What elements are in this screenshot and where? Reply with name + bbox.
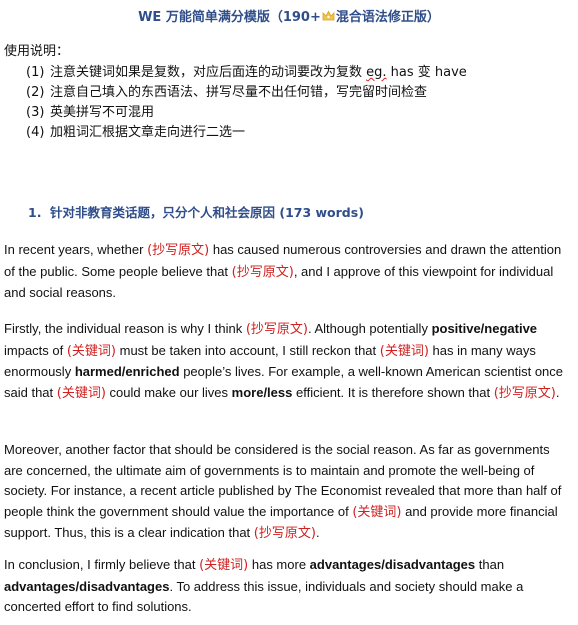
usage-item-number: (3) <box>26 105 45 120</box>
paragraph-text: could make our lives <box>105 384 232 400</box>
usage-item-text: has 变 have <box>386 65 467 80</box>
usage-heading: 使用说明： <box>4 44 70 59</box>
usage-item: (4) 加粗词汇根据文章走向进行二选一 <box>26 123 467 143</box>
usage-list: (1) 注意关键词如果是复数，对应后面连的动词要改为复数 eg. has 变 ha… <box>26 63 467 143</box>
placeholder-keyword: (关键词) <box>56 385 106 401</box>
bold-choice: advantages/disadvantages <box>309 557 476 572</box>
placeholder-keyword: (关键词) <box>379 343 429 359</box>
section-heading-text: 针对非教育类话题，只分个人和社会原因 (173 words) <box>50 205 364 220</box>
usage-item: (1) 注意关键词如果是复数，对应后面连的动词要改为复数 eg. has 变 ha… <box>26 63 467 83</box>
usage-item: (2) 注意自己填入的东西语法、拼写尽量不出任何错，写完留时间检查 <box>26 83 467 103</box>
paragraph-conclusion: In conclusion, I firmly believe that (关键… <box>4 555 570 618</box>
usage-item-number: (1) <box>26 65 45 80</box>
usage-item-number: (4) <box>26 125 45 140</box>
document-title-before: WE 万能简单满分模版（190+ <box>138 10 321 25</box>
placeholder-keyword: (关键词) <box>199 558 249 573</box>
bold-choice: harmed/enriched <box>74 364 180 379</box>
section-heading: 1. 针对非教育类话题，只分个人和社会原因 (173 words) <box>28 202 364 221</box>
placeholder-copy-original: (抄写原文) <box>245 322 308 337</box>
document-title-after: 混合语法修正版） <box>335 10 440 25</box>
paragraph-individual-reason: Firstly, the individual reason is why I … <box>4 319 570 404</box>
paragraph-text: In conclusion, I firmly believe that <box>4 557 200 572</box>
placeholder-copy-original: (抄写原文) <box>231 264 294 280</box>
paragraph-text: than <box>475 557 505 572</box>
bold-choice: advantages/disadvantages <box>4 578 170 594</box>
placeholder-copy-original: (抄写原文) <box>147 243 210 258</box>
placeholder-copy-original: (抄写原文) <box>253 526 316 541</box>
crown-icon <box>322 10 335 21</box>
paragraph-text: . <box>555 384 560 400</box>
paragraph-text: has more <box>248 557 310 572</box>
paragraph-text: efficient. It is therefore shown that <box>292 384 494 400</box>
usage-item-number: (2) <box>26 85 45 100</box>
bold-choice: positive/negative <box>431 321 538 336</box>
paragraph-text: . Although potentially <box>307 321 432 336</box>
usage-item-text: 注意自己填入的东西语法、拼写尽量不出任何错，写完留时间检查 <box>50 85 428 100</box>
document-page: WE 万能简单满分模版（190+ 混合语法修正版） 使用说明： (1) 注意关键词如… <box>0 0 578 625</box>
usage-item-text: 注意关键词如果是复数，对应后面连的动词要改为复数 <box>50 65 367 80</box>
paragraph-introduction: In recent years, whether (抄写原文) has caus… <box>4 240 570 304</box>
section-number: 1. <box>28 205 42 220</box>
usage-item-text: 英美拼写不可混用 <box>50 105 155 120</box>
document-title: WE 万能简单满分模版（190+ 混合语法修正版） <box>0 6 578 25</box>
spell-check-marked-text: eg. <box>366 65 387 80</box>
placeholder-copy-original: (抄写原文) <box>493 385 556 401</box>
placeholder-keyword: (关键词) <box>66 343 117 359</box>
placeholder-keyword: (关键词) <box>352 504 402 520</box>
paragraph-social-reason: Moreover, another factor that should be … <box>4 440 570 545</box>
usage-item: (3) 英美拼写不可混用 <box>26 103 467 123</box>
bold-choice: more/less <box>231 384 293 400</box>
paragraph-text: must be taken into account, I still reck… <box>116 342 380 358</box>
paragraph-text: impacts of <box>4 342 67 358</box>
paragraph-text: Firstly, the individual reason is why I … <box>4 321 246 336</box>
paragraph-text: In recent years, whether <box>4 242 148 257</box>
usage-item-text: 加粗词汇根据文章走向进行二选一 <box>50 125 246 140</box>
paragraph-text: . <box>315 525 320 540</box>
